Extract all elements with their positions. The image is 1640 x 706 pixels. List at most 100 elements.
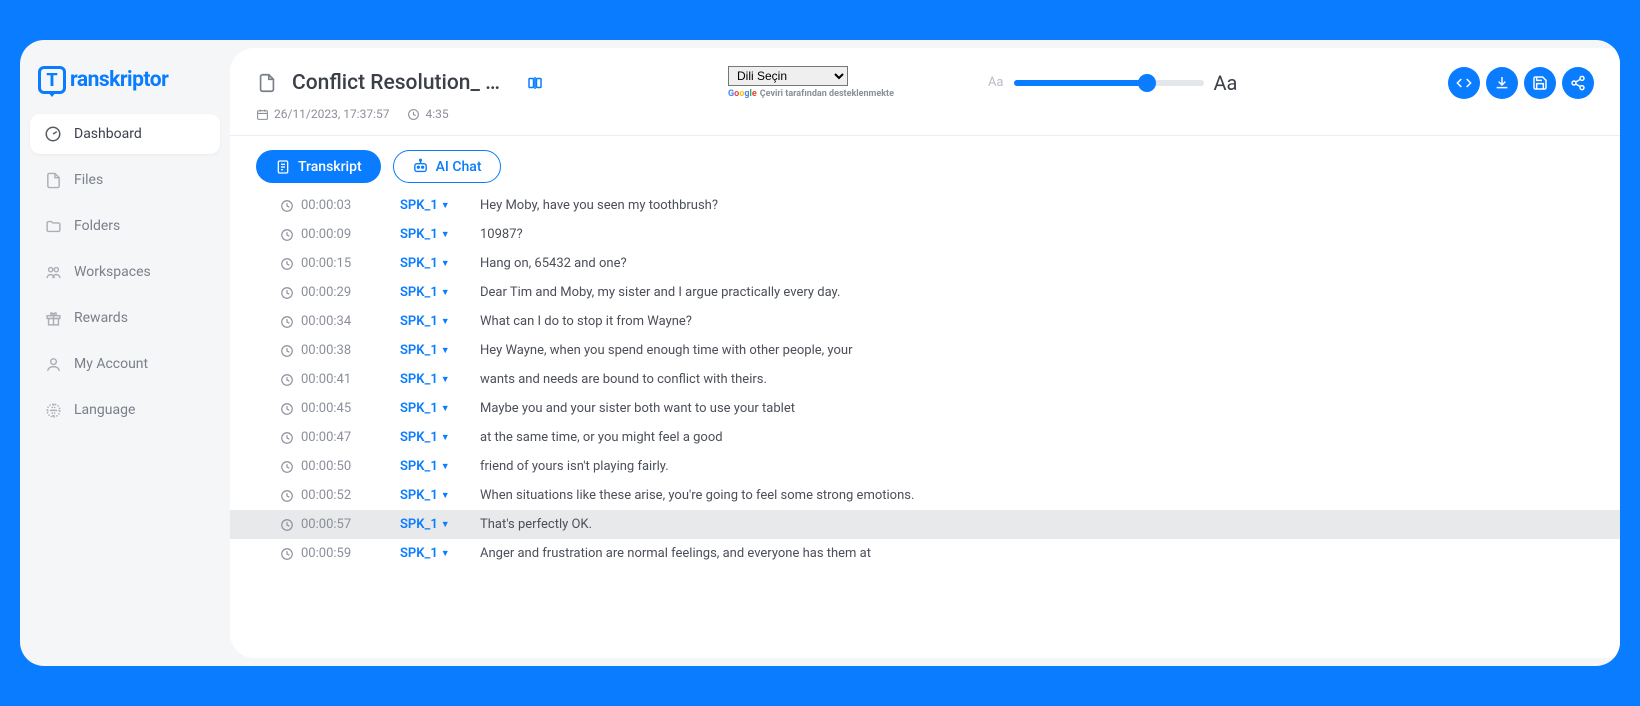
timestamp-cell[interactable]: 00:00:59 — [280, 546, 400, 561]
transcript-text[interactable]: 10987? — [480, 227, 1594, 242]
transcript-line[interactable]: 00:00:59SPK_1▼Anger and frustration are … — [230, 539, 1620, 568]
chevron-down-icon: ▼ — [441, 258, 450, 269]
slider-thumb[interactable] — [1138, 74, 1156, 92]
transcript-text[interactable]: Hang on, 65432 and one? — [480, 256, 1594, 271]
speaker-dropdown[interactable]: SPK_1▼ — [400, 285, 480, 300]
transcript-line[interactable]: 00:00:15SPK_1▼Hang on, 65432 and one? — [230, 249, 1620, 278]
sidebar-item-account[interactable]: My Account — [30, 344, 220, 384]
transcript-line[interactable]: 00:00:52SPK_1▼When situations like these… — [230, 481, 1620, 510]
transcript-line[interactable]: 00:00:50 SPK_1▼friend of yours isn't play… — [230, 452, 1620, 481]
font-size-slider[interactable] — [1014, 80, 1204, 86]
speaker-label: SPK_1 — [400, 285, 438, 300]
share-button[interactable] — [1562, 67, 1594, 99]
main-panel: Conflict Resolution_ Ho... Dili Seçin Go… — [230, 48, 1620, 658]
chevron-down-icon: ▼ — [441, 490, 450, 501]
gift-icon — [44, 309, 62, 327]
duration-text: 4:35 — [425, 107, 448, 121]
tab-ai-chat[interactable]: AI Chat — [393, 150, 501, 183]
chevron-down-icon: ▼ — [441, 200, 450, 211]
rename-icon[interactable] — [526, 74, 544, 92]
transcript-text[interactable]: When situations like these arise, you're… — [480, 488, 1594, 503]
transcript-text[interactable]: at the same time, or you might feel a go… — [480, 430, 1594, 445]
timestamp-cell[interactable]: 00:00:52 — [280, 488, 400, 503]
clock-icon — [280, 286, 294, 300]
speaker-label: SPK_1 — [400, 198, 438, 213]
transcript-text[interactable]: friend of yours isn't playing fairly. — [480, 459, 1594, 474]
dashboard-icon — [44, 125, 62, 143]
speaker-label: SPK_1 — [400, 488, 438, 503]
translate-credit-text: Çeviri tarafından desteklenmekte — [760, 89, 894, 99]
header-meta-row: 26/11/2023, 17:37:57 4:35 — [256, 107, 1594, 121]
transcript-text[interactable]: Hey Wayne, when you spend enough time wi… — [480, 343, 1594, 358]
speaker-dropdown[interactable]: SPK_1▼ — [400, 488, 480, 503]
speaker-dropdown[interactable]: SPK_1▼ — [400, 198, 480, 213]
speaker-dropdown[interactable]: SPK_1▼ — [400, 459, 480, 474]
speaker-dropdown[interactable]: SPK_1▼ — [400, 401, 480, 416]
speaker-dropdown[interactable]: SPK_1▼ — [400, 343, 480, 358]
sidebar-item-rewards[interactable]: Rewards — [30, 298, 220, 338]
language-select[interactable]: Dili Seçin — [728, 66, 848, 86]
speaker-dropdown[interactable]: SPK_1▼ — [400, 430, 480, 445]
transcript-line[interactable]: 00:00:29 SPK_1▼Dear Tim and Moby, my sist… — [230, 278, 1620, 307]
timestamp-cell[interactable]: 00:00:45 — [280, 401, 400, 416]
transcript-line[interactable]: 00:00:45SPK_1▼Maybe you and your sister … — [230, 394, 1620, 423]
transcript-text[interactable]: Anger and frustration are normal feeling… — [480, 546, 1594, 561]
transcript-text[interactable]: Maybe you and your sister both want to u… — [480, 401, 1594, 416]
sidebar-item-label: My Account — [74, 356, 148, 372]
speaker-dropdown[interactable]: SPK_1▼ — [400, 372, 480, 387]
transcript-text[interactable]: Hey Moby, have you seen my toothbrush? — [480, 198, 1594, 213]
timestamp-cell[interactable]: 00:00:03 — [280, 198, 400, 213]
transcript-line[interactable]: 00:00:34SPK_1▼What can I do to stop it f… — [230, 307, 1620, 336]
timestamp-cell[interactable]: 00:00:29 — [280, 285, 400, 300]
chevron-down-icon: ▼ — [441, 519, 450, 530]
transcript-line[interactable]: 00:00:57SPK_1▼That's perfectly OK. — [230, 510, 1620, 539]
speaker-dropdown[interactable]: SPK_1▼ — [400, 314, 480, 329]
document-title[interactable]: Conflict Resolution_ Ho... — [292, 71, 512, 95]
tab-transcript[interactable]: Transkript — [256, 150, 381, 183]
workspaces-icon — [44, 263, 62, 281]
transcript-text[interactable]: That's perfectly OK. — [480, 517, 1594, 532]
timestamp-cell[interactable]: 00:00:57 — [280, 517, 400, 532]
meta-datetime: 26/11/2023, 17:37:57 — [256, 107, 389, 121]
timestamp-cell[interactable]: 00:00:38 — [280, 343, 400, 358]
timestamp-cell[interactable]: 00:00:47 — [280, 430, 400, 445]
google-logo-icon: Google — [728, 89, 757, 99]
download-button[interactable] — [1486, 67, 1518, 99]
datetime-text: 26/11/2023, 17:37:57 — [274, 107, 389, 121]
clock-icon — [280, 257, 294, 271]
transcript-text[interactable]: wants and needs are bound to conflict wi… — [480, 372, 1594, 387]
speaker-dropdown[interactable]: SPK_1▼ — [400, 546, 480, 561]
timestamp-text: 00:00:29 — [301, 285, 351, 300]
transcript-list[interactable]: 00:00:03SPK_1▼Hey Moby, have you seen my… — [230, 187, 1620, 658]
timestamp-cell[interactable]: 00:00:34 — [280, 314, 400, 329]
sidebar-item-language[interactable]: Language — [30, 390, 220, 430]
transcript-line[interactable]: 00:00:09SPK_1▼10987? — [230, 220, 1620, 249]
chevron-down-icon: ▼ — [441, 316, 450, 327]
timestamp-cell[interactable]: 00:00:15 — [280, 256, 400, 271]
timestamp-text: 00:00:50 — [301, 459, 351, 474]
embed-button[interactable] — [1448, 67, 1480, 99]
transcript-line[interactable]: 00:00:41SPK_1▼wants and needs are bound … — [230, 365, 1620, 394]
transcript-text[interactable]: What can I do to stop it from Wayne? — [480, 314, 1594, 329]
timestamp-cell[interactable]: 00:00:09 — [280, 227, 400, 242]
speaker-dropdown[interactable]: SPK_1▼ — [400, 517, 480, 532]
timestamp-cell[interactable]: 00:00:50 — [280, 459, 400, 474]
speaker-dropdown[interactable]: SPK_1▼ — [400, 227, 480, 242]
speaker-dropdown[interactable]: SPK_1▼ — [400, 256, 480, 271]
transcript-line[interactable]: 00:00:03SPK_1▼Hey Moby, have you seen my… — [230, 191, 1620, 220]
logo[interactable]: T ranskriptor — [30, 58, 220, 114]
transcript-line[interactable]: 00:00:38SPK_1▼Hey Wayne, when you spend … — [230, 336, 1620, 365]
header-top-row: Conflict Resolution_ Ho... Dili Seçin Go… — [256, 66, 1594, 99]
timestamp-cell[interactable]: 00:00:41 — [280, 372, 400, 387]
save-button[interactable] — [1524, 67, 1556, 99]
sidebar-item-files[interactable]: Files — [30, 160, 220, 200]
transcript-text[interactable]: Dear Tim and Moby, my sister and I argue… — [480, 285, 1594, 300]
clock-icon — [407, 108, 420, 121]
sidebar-item-folders[interactable]: Folders — [30, 206, 220, 246]
speaker-label: SPK_1 — [400, 459, 438, 474]
transcript-line[interactable]: 00:00:47SPK_1▼at the same time, or you m… — [230, 423, 1620, 452]
speaker-label: SPK_1 — [400, 227, 438, 242]
speaker-label: SPK_1 — [400, 256, 438, 271]
sidebar-item-workspaces[interactable]: Workspaces — [30, 252, 220, 292]
sidebar-item-dashboard[interactable]: Dashboard — [30, 114, 220, 154]
